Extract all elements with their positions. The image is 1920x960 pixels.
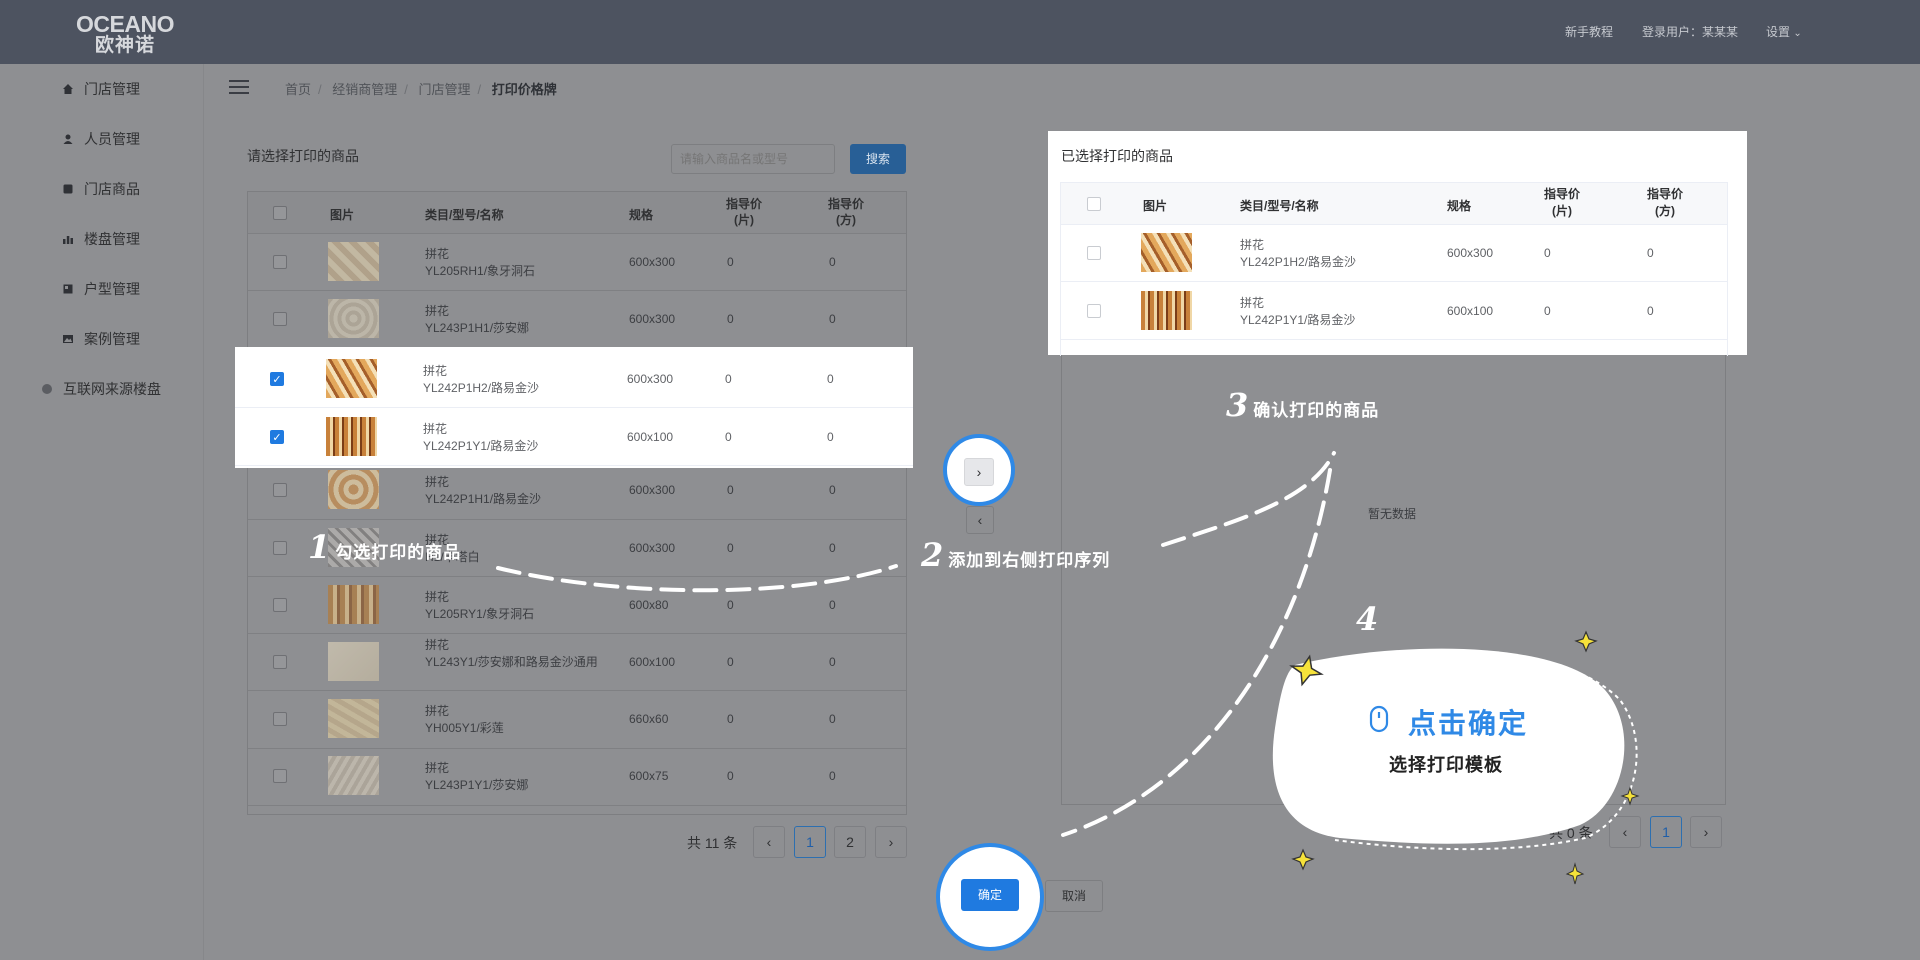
step-1-number: 1 xyxy=(308,528,332,566)
annotation-step-3: 3 确认打印的商品 xyxy=(1226,386,1379,424)
step4-bubble xyxy=(1272,648,1625,844)
step-4-number: 4 xyxy=(1356,600,1380,638)
step-3-text: 确认打印的商品 xyxy=(1253,401,1380,420)
step-3-number: 3 xyxy=(1226,386,1250,424)
step-1-text: 勾选打印的商品 xyxy=(335,543,462,562)
arrow-1-path xyxy=(496,564,898,593)
step-2-number: 2 xyxy=(921,536,945,574)
annotation-step-1: 1 勾选打印的商品 xyxy=(308,528,461,566)
annotation-step-2: 2 添加到右侧打印序列 xyxy=(921,536,1110,574)
annotation-step-4: 4 xyxy=(1356,600,1383,638)
annotation-arrows xyxy=(496,451,1640,885)
arrow-2-path xyxy=(1161,451,1336,547)
step-2-text: 添加到右侧打印序列 xyxy=(948,551,1111,570)
step-4-subtitle: 选择打印模板 xyxy=(1389,755,1503,775)
step-4-title: 点击确定 xyxy=(1408,708,1529,739)
